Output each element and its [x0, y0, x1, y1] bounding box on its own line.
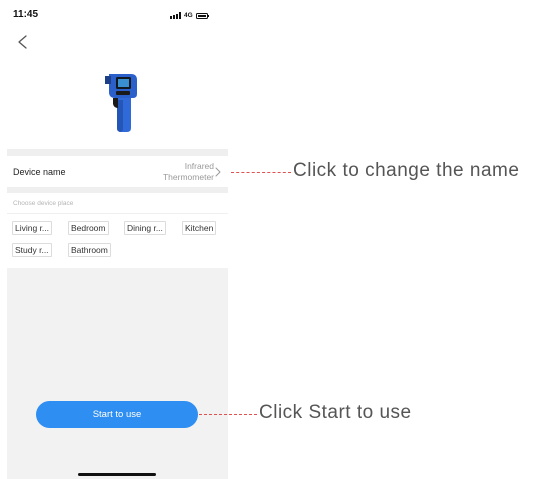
battery-icon — [195, 12, 210, 19]
annotation-line-change-name — [231, 172, 291, 173]
device-name-value-line1: Infrared — [184, 161, 214, 171]
back-arrow-icon[interactable] — [16, 34, 30, 50]
status-indicators: 4G — [170, 11, 210, 20]
thermometer-gun-image — [105, 74, 137, 132]
chevron-right-icon — [215, 167, 221, 177]
annotation-change-name: Click to change the name — [293, 160, 520, 181]
section-separator — [7, 187, 228, 193]
device-name-label: Device name — [13, 167, 66, 177]
status-time: 11:45 — [13, 9, 39, 20]
device-name-value: Infrared Thermometer — [134, 161, 214, 183]
annotation-start-to-use: Click Start to use — [259, 402, 412, 423]
home-indicator — [78, 473, 156, 476]
device-name-value-line2: Thermometer — [162, 172, 214, 182]
device-name-row[interactable]: Device name Infrared Thermometer — [7, 156, 228, 187]
tutorial-canvas: 11:45 4G Device name Infrared Thermomete… — [0, 0, 536, 479]
place-chip-study-room[interactable]: Study r... — [12, 243, 52, 257]
place-divider — [7, 213, 228, 214]
network-label: 4G — [184, 12, 193, 19]
start-to-use-button[interactable]: Start to use — [36, 401, 198, 428]
section-separator — [7, 149, 228, 156]
place-chip-bathroom[interactable]: Bathroom — [68, 243, 111, 257]
place-caption: Choose device place — [13, 200, 74, 207]
place-chip-dining-room[interactable]: Dining r... — [124, 221, 166, 235]
phone-screen: 11:45 4G Device name Infrared Thermomete… — [7, 0, 228, 479]
place-chip-living-room[interactable]: Living r... — [12, 221, 53, 235]
place-chip-kitchen[interactable]: Kitchen — [182, 221, 217, 235]
signal-icon — [170, 12, 181, 19]
empty-area — [7, 268, 228, 479]
annotation-line-start — [199, 414, 257, 415]
place-chip-bedroom[interactable]: Bedroom — [68, 221, 109, 235]
status-bar: 11:45 4G — [7, 0, 228, 28]
